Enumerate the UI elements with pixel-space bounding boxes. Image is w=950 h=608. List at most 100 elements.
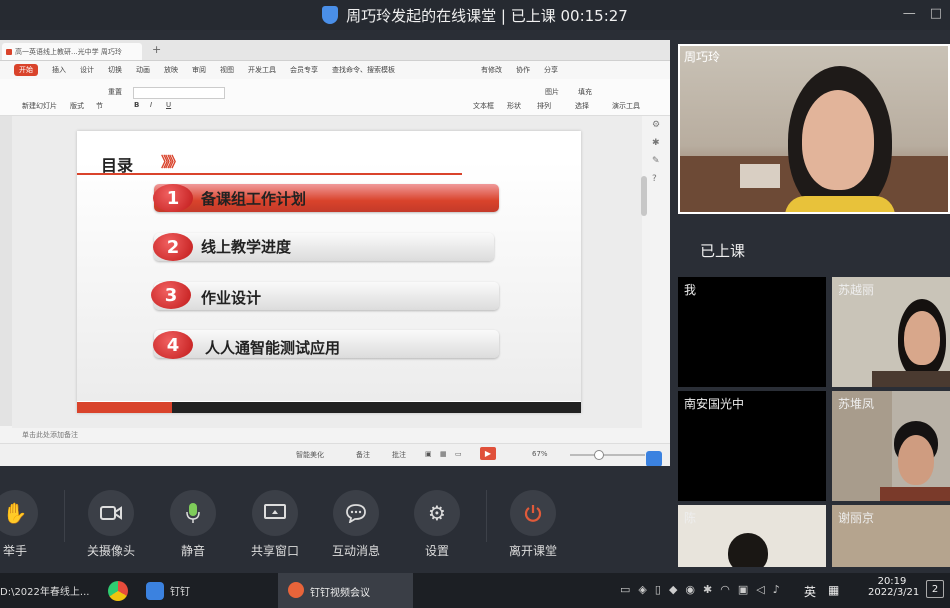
toc-number-4: 4 (153, 331, 193, 359)
camera-icon (88, 490, 134, 536)
notification-count: 2 (931, 584, 939, 595)
reading-view-icon[interactable]: ▭ (455, 450, 462, 458)
tray-bluetooth-icon[interactable]: ✱ (703, 583, 712, 596)
wps-doc-icon (6, 48, 12, 55)
italic-button[interactable]: I (150, 101, 152, 109)
arrange-button[interactable]: 排列 (537, 101, 551, 111)
tray-wifi-icon[interactable]: ◠ (720, 583, 730, 596)
maximize-button[interactable]: □ (930, 6, 942, 21)
sorter-view-icon[interactable]: ▦ (440, 450, 447, 458)
shape-button[interactable]: 形状 (507, 101, 521, 111)
select-button[interactable]: 选择 (575, 101, 589, 111)
tray-speaker-icon[interactable]: ♪ (773, 583, 780, 596)
image-button[interactable]: 图片 (545, 87, 559, 97)
chrome-logo (108, 580, 128, 601)
raise-hand-button[interactable]: ✋ 举手 (0, 490, 50, 559)
zoom-slider-knob[interactable] (594, 450, 604, 460)
menu-view[interactable]: 视图 (220, 65, 234, 75)
chrome-icon[interactable] (108, 573, 128, 608)
participant-tile-me[interactable]: 我 (678, 277, 826, 387)
smart-beautify-button[interactable]: 智能美化 (296, 450, 324, 460)
divider (64, 490, 65, 542)
interactive-message-button[interactable]: 互动消息 (321, 490, 391, 559)
tray-app-icon[interactable]: ◆ (669, 583, 677, 596)
taskbar-dingtalk[interactable]: 钉钉 (146, 573, 256, 608)
tray-shield-icon[interactable]: ◈ (638, 583, 646, 596)
notes-pane[interactable]: 单击此处添加备注 (12, 428, 642, 442)
reset-button[interactable]: 重置 (108, 87, 122, 97)
menu-animation[interactable]: 动画 (136, 65, 150, 75)
microphone-icon (170, 490, 216, 536)
underline-button[interactable]: U (166, 101, 171, 109)
participant-tile[interactable]: 苏堆凤 (832, 391, 950, 501)
participant-tile[interactable]: 陈 (678, 505, 826, 567)
taskbar-meeting-active[interactable]: 钉钉视频会议 (278, 573, 413, 608)
tray-battery-icon[interactable]: ▯ (655, 583, 661, 596)
notes-placeholder: 单击此处添加备注 (22, 431, 78, 439)
zoom-level[interactable]: 67% (532, 450, 548, 458)
minimize-button[interactable]: — (903, 6, 916, 21)
share-window-button[interactable]: 共享窗口 (240, 490, 310, 559)
menu-developer[interactable]: 开发工具 (248, 65, 276, 75)
play-slideshow-button[interactable]: ▶ (480, 447, 496, 460)
textbox-button[interactable]: 文本框 (473, 101, 494, 111)
participant-tile[interactable]: 谢丽京 (832, 505, 950, 567)
notification-icon[interactable]: 2 (926, 580, 944, 598)
menu-insert[interactable]: 插入 (52, 65, 66, 75)
participant-tile[interactable]: 南安国光中 (678, 391, 826, 501)
toc-number-3: 3 (151, 281, 191, 309)
property-icon[interactable]: ⚙ (652, 120, 670, 130)
ime-language[interactable]: 英 (804, 583, 816, 600)
wps-document-tab[interactable]: 高一英语线上教研...光中学 周巧玲 (2, 43, 142, 60)
normal-view-icon[interactable]: ▣ (425, 450, 432, 458)
camera-off-label: 关摄像头 (86, 544, 135, 558)
camera-off-button[interactable]: 关摄像头 (76, 490, 146, 559)
tray-display-icon[interactable]: ▣ (738, 583, 748, 596)
tray-app2-icon[interactable]: ◉ (685, 583, 695, 596)
section-button[interactable]: 节 (96, 101, 103, 111)
layout-button[interactable]: 版式 (70, 101, 84, 111)
menu-collaborate[interactable]: 协作 (516, 65, 530, 75)
participant-tile[interactable]: 苏越丽 (832, 277, 950, 387)
menu-share[interactable]: 分享 (544, 65, 558, 75)
meeting-icon (288, 582, 304, 598)
menu-design[interactable]: 设计 (80, 65, 94, 75)
menu-member[interactable]: 会员专享 (290, 65, 318, 75)
bold-button[interactable]: B (134, 101, 139, 109)
fill-button[interactable]: 填充 (578, 87, 592, 97)
presenter-tools-button[interactable]: 演示工具 (612, 101, 640, 111)
host-video[interactable] (678, 44, 950, 214)
share-indicator-icon[interactable] (646, 451, 662, 467)
clock[interactable]: 20:19 2022/3/21 (868, 576, 919, 598)
toc-text-3: 作业设计 (201, 289, 262, 307)
wps-document-tab-label: 高一英语线上教研...光中学 周巧玲 (15, 47, 122, 56)
new-slide-button[interactable]: 新建幻灯片 (22, 101, 57, 111)
taskbar-folder[interactable]: D:\2022年春线上... (0, 573, 100, 608)
settings-button[interactable]: ⚙ 设置 (402, 490, 472, 559)
pin-icon[interactable]: ✱ (652, 138, 670, 148)
tray-screen-icon[interactable]: ▭ (620, 583, 630, 596)
tray-volume-icon[interactable]: ◁ (756, 583, 764, 596)
menu-transition[interactable]: 切换 (108, 65, 122, 75)
zoom-slider[interactable] (570, 454, 645, 456)
menu-changes[interactable]: 有修改 (481, 65, 502, 75)
slide-thumbnail-pane[interactable] (0, 116, 12, 426)
mute-button[interactable]: 静音 (158, 490, 228, 559)
annotate-toggle[interactable]: 批注 (392, 450, 406, 460)
gear-icon: ⚙ (414, 490, 460, 536)
host-name: 周巧玲 (684, 50, 721, 64)
menu-review[interactable]: 审阅 (192, 65, 206, 75)
wps-ribbon: 新建幻灯片 版式 节 重置 B I U 文本框 形状 排列 图片 填充 演示工具… (0, 79, 670, 116)
menu-search[interactable]: 查找命令、搜索模板 (332, 65, 395, 75)
font-select[interactable] (133, 87, 225, 99)
style-icon[interactable]: ✎ (652, 156, 670, 166)
new-tab-button[interactable]: + (152, 43, 161, 56)
ime-grid-icon[interactable]: ▦ (828, 583, 839, 597)
leave-class-button[interactable]: 离开课堂 (498, 490, 568, 559)
help-icon[interactable]: ? (652, 174, 670, 184)
menu-home[interactable]: 开始 (14, 64, 38, 76)
notes-toggle[interactable]: 备注 (356, 450, 370, 460)
vertical-scrollbar[interactable] (641, 176, 647, 216)
toc-number-1: 1 (153, 184, 193, 212)
menu-slideshow[interactable]: 放映 (164, 65, 178, 75)
